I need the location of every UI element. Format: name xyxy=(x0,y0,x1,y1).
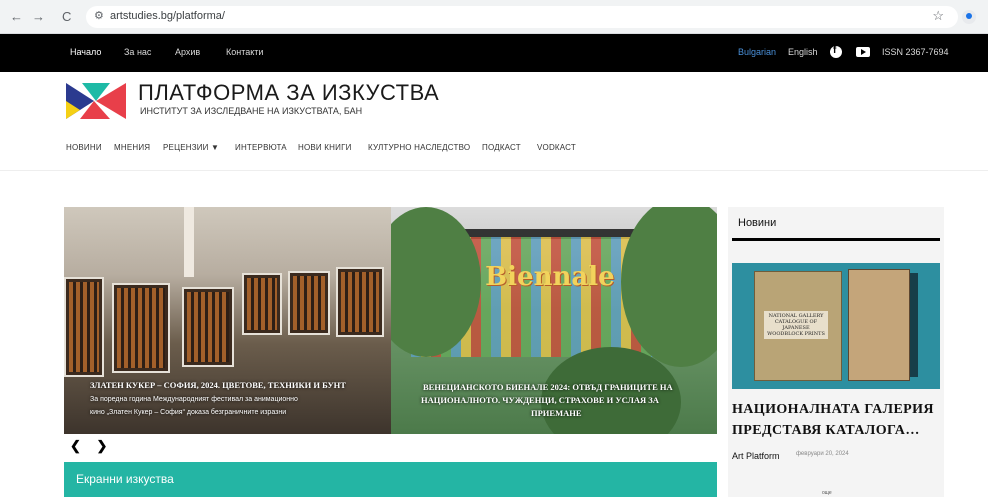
menu-interviews[interactable]: ИНТЕРВЮТА xyxy=(235,143,287,152)
exhibit-panel xyxy=(182,287,234,367)
site-title[interactable]: ПЛАТФОРМА ЗА ИЗКУСТВА xyxy=(138,80,439,106)
article-title-line2[interactable]: ПРЕДСТАВЯ КАТАЛОГА… xyxy=(732,420,942,441)
header-divider xyxy=(0,170,988,171)
site-subtitle: ИНСТИТУТ ЗА ИЗСЛЕДВАНЕ НА ИЗКУСТВАТА, БА… xyxy=(140,106,363,116)
nav-home[interactable]: Начало xyxy=(70,47,101,57)
exhibit-panel xyxy=(288,271,330,335)
exhibit-panel xyxy=(242,273,282,335)
slide-excerpt-line2: кино „Златен Кукер – София“ доказа безгр… xyxy=(90,409,287,416)
catalogue-book-back xyxy=(848,269,910,381)
article-image[interactable]: NATIONAL GALLERY CATALOGUE OF JAPANESE W… xyxy=(732,263,940,389)
address-bar[interactable]: ⚙ artstudies.bg/platforma/ ☆ xyxy=(86,6,958,28)
slider-next-icon[interactable]: ❯ xyxy=(97,438,108,453)
forward-icon[interactable]: → xyxy=(32,9,45,24)
site-info-icon[interactable]: ⚙ xyxy=(94,9,104,22)
back-icon[interactable]: ← xyxy=(10,9,23,24)
lang-english[interactable]: English xyxy=(788,47,818,57)
ceiling-beam xyxy=(184,207,194,277)
article-author[interactable]: Art Platform xyxy=(732,451,780,461)
youtube-icon[interactable] xyxy=(856,47,870,57)
slider-prev-icon[interactable]: ❮ xyxy=(70,438,81,453)
exhibit-panel xyxy=(336,267,384,337)
news-sidebar: Новини NATIONAL GALLERY CATALOGUE OF JAP… xyxy=(728,207,944,497)
catalogue-book-spine xyxy=(910,273,918,377)
more-link[interactable]: още xyxy=(822,490,832,496)
exhibit-panel xyxy=(64,277,104,377)
menu-opinions[interactable]: МНЕНИЯ xyxy=(114,143,150,152)
site-logo[interactable] xyxy=(66,83,126,119)
menu-reviews[interactable]: РЕЦЕНЗИИ ▼ xyxy=(163,143,219,152)
article-title[interactable]: НАЦИОНАЛНАТА ГАЛЕРИЯ ПРЕДСТАВЯ КАТАЛОГА… xyxy=(732,399,942,441)
slide-golden-kuker[interactable]: ЗЛАТЕН КУКЕР – СОФИЯ, 2024. ЦВЕТОВЕ, ТЕХ… xyxy=(64,207,391,434)
menu-vodcast[interactable]: VODКАСТ xyxy=(537,143,576,152)
section-header-screen-arts[interactable]: Екранни изкуства xyxy=(64,462,717,497)
nav-about[interactable]: За нас xyxy=(124,47,151,57)
browser-toolbar: ← → C ⚙ artstudies.bg/platforma/ ☆ xyxy=(0,0,988,34)
slide-title-line3[interactable]: ПРИЕМАНЕ xyxy=(531,407,582,419)
slide-title[interactable]: ЗЛАТЕН КУКЕР – СОФИЯ, 2024. ЦВЕТОВЕ, ТЕХ… xyxy=(90,379,346,391)
sidebar-heading: Новини xyxy=(738,217,777,229)
exhibit-panel xyxy=(112,283,170,373)
slide-excerpt-line1: За поредна година Международният фестива… xyxy=(90,396,298,403)
slider-controls: ❮ ❯ xyxy=(70,438,119,454)
section-label[interactable]: Екранни изкуства xyxy=(76,472,174,486)
nav-archive[interactable]: Архив xyxy=(175,47,200,57)
lang-bulgarian[interactable]: Bulgarian xyxy=(738,47,776,57)
reload-icon[interactable]: C xyxy=(62,9,71,24)
slide-title-line2[interactable]: НАЦИОНАЛНОТО. ЧУЖДЕНЦИ, СТРАХОВЕ И УСЛАЯ… xyxy=(421,394,659,406)
book-caption: NATIONAL GALLERY CATALOGUE OF JAPANESE W… xyxy=(764,311,828,339)
menu-podcast[interactable]: ПОДКАСТ xyxy=(482,143,521,152)
menu-cultural-heritage[interactable]: КУЛТУРНО НАСЛЕДСТВО xyxy=(368,143,470,152)
article-date: февруари 20, 2024 xyxy=(796,451,849,457)
menu-news[interactable]: НОВИНИ xyxy=(66,143,102,152)
facebook-icon[interactable] xyxy=(830,45,842,58)
menu-new-books[interactable]: НОВИ КНИГИ xyxy=(298,143,352,152)
slide-title-line1[interactable]: ВЕНЕЦИАНСКОТО БИЕНАЛЕ 2024: ОТВЪД ГРАНИЦ… xyxy=(423,381,673,393)
profile-icon[interactable] xyxy=(962,10,976,24)
article-title-line1[interactable]: НАЦИОНАЛНАТА ГАЛЕРИЯ xyxy=(732,399,942,420)
issn-label: ISSN 2367-7694 xyxy=(882,47,949,57)
bookmark-star-icon[interactable]: ☆ xyxy=(932,8,944,24)
nav-contacts[interactable]: Контакти xyxy=(226,47,263,57)
sidebar-rule xyxy=(732,238,940,241)
slide-venice-biennale[interactable]: La Biennale ВЕНЕЦИАНСКОТО БИЕНАЛЕ 2024: … xyxy=(391,207,717,434)
url-text[interactable]: artstudies.bg/platforma/ xyxy=(110,10,225,22)
